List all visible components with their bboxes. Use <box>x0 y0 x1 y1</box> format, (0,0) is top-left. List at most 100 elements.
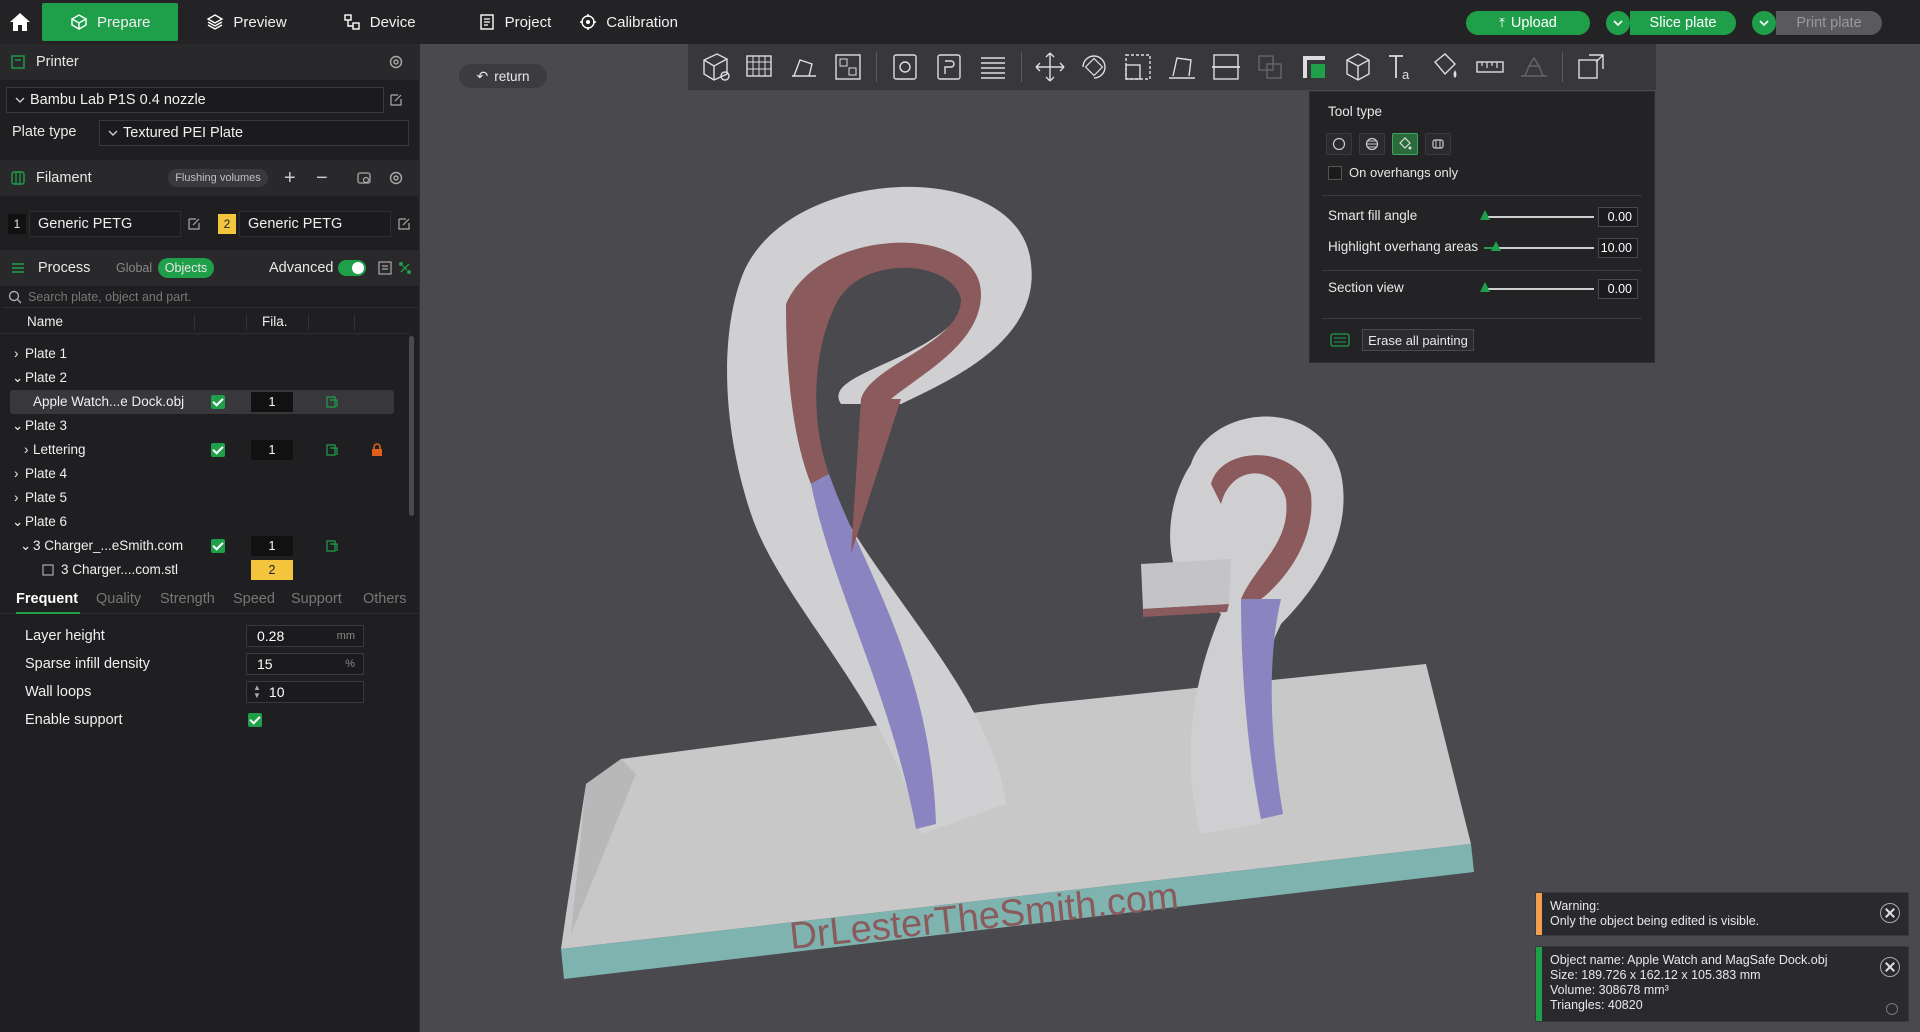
filament-index-cell[interactable]: 1 <box>251 440 293 460</box>
tab-support[interactable]: Support <box>291 591 342 607</box>
rotate-icon[interactable] <box>1072 47 1116 87</box>
filament-select-2[interactable]: Generic PETG <box>239 211 391 237</box>
close-icon[interactable] <box>1880 903 1900 923</box>
tree-row-apple-watch-dock[interactable]: Apple Watch...e Dock.obj 1 <box>10 390 394 414</box>
edit-icon[interactable] <box>396 216 412 232</box>
wall-loops-spinner[interactable]: ▲ ▼ 10 <box>246 681 364 703</box>
gear-icon[interactable] <box>388 54 404 70</box>
layers-editing-icon[interactable] <box>971 47 1015 87</box>
tree-row-plate-1[interactable]: › Plate 1 <box>0 342 400 366</box>
highlight-overhang-slider[interactable] <box>1484 241 1594 251</box>
fill-tool-button[interactable] <box>1392 133 1418 155</box>
text-tool-icon[interactable]: a <box>1380 47 1424 87</box>
plate-type-select[interactable]: Textured PEI Plate <box>99 120 409 146</box>
list-icon[interactable] <box>377 260 393 276</box>
slice-dropdown-button[interactable] <box>1606 11 1630 35</box>
tree-row-plate-5[interactable]: › Plate 5 <box>0 486 400 510</box>
filament-index-cell[interactable]: 2 <box>251 560 293 580</box>
tree-row-charger-object[interactable]: ⌄ 3 Charger_...eSmith.com 1 <box>0 534 400 558</box>
slider-thumb[interactable] <box>1480 282 1490 292</box>
section-view-slider[interactable] <box>1480 282 1594 292</box>
tab-project[interactable]: Project <box>450 3 580 41</box>
view-options-icon[interactable] <box>1569 47 1613 87</box>
auto-orient-icon[interactable] <box>782 47 826 87</box>
tab-preview[interactable]: Preview <box>178 3 314 41</box>
filament-index-cell[interactable]: 1 <box>251 536 293 556</box>
tree-row-plate-4[interactable]: › Plate 4 <box>0 462 400 486</box>
move-icon[interactable] <box>1028 47 1072 87</box>
add-plate-icon[interactable] <box>738 47 782 87</box>
add-filament-icon[interactable]: + <box>284 167 296 190</box>
expand-icon[interactable]: › <box>24 442 29 457</box>
mesh-boolean-icon[interactable] <box>1248 47 1292 87</box>
tab-device[interactable]: Device <box>315 3 444 41</box>
measure-icon[interactable] <box>1468 47 1512 87</box>
tree-row-plate-3[interactable]: ⌄ Plate 3 <box>0 414 400 438</box>
tree-row-lettering[interactable]: › Lettering 1 <box>0 438 400 462</box>
settings-badge-icon[interactable] <box>324 394 340 410</box>
3d-viewport[interactable]: DrLesterTheSmith.com <box>421 44 1920 1032</box>
printable-checkbox[interactable] <box>211 395 225 409</box>
tab-quality[interactable]: Quality <box>96 591 141 607</box>
settings-badge-icon[interactable] <box>324 442 340 458</box>
printable-checkbox[interactable] <box>211 443 225 457</box>
tab-prepare[interactable]: Prepare <box>42 3 179 41</box>
sparse-infill-input[interactable]: 15 % <box>246 653 364 675</box>
lay-on-face-icon[interactable] <box>1160 47 1204 87</box>
remove-filament-icon[interactable]: − <box>316 167 328 190</box>
settings-badge-icon[interactable] <box>324 538 340 554</box>
tree-row-charger-part[interactable]: 3 Charger....com.stl 2 <box>0 558 400 582</box>
printable-checkbox[interactable] <box>211 539 225 553</box>
model-render[interactable]: DrLesterTheSmith.com <box>421 44 1920 1032</box>
filament-select-1[interactable]: Generic PETG <box>29 211 181 237</box>
upload-button[interactable]: ⤒ Upload <box>1466 11 1590 35</box>
flushing-volumes-button[interactable]: Flushing volumes <box>168 169 268 187</box>
scale-icon[interactable] <box>1116 47 1160 87</box>
support-painting-icon[interactable] <box>1292 47 1336 87</box>
slice-plate-button[interactable]: Slice plate <box>1630 11 1736 35</box>
home-icon[interactable] <box>0 0 40 44</box>
tree-row-plate-6[interactable]: ⌄ Plate 6 <box>0 510 400 534</box>
tree-row-plate-2[interactable]: ⌄ Plate 2 <box>0 366 400 390</box>
collapse-icon[interactable] <box>1886 1003 1898 1015</box>
spinner-arrows-icon[interactable]: ▲ ▼ <box>253 684 261 700</box>
section-view-input[interactable]: 0.00 <box>1598 279 1638 299</box>
tab-speed[interactable]: Speed <box>233 591 275 607</box>
seam-painting-icon[interactable] <box>1336 47 1380 87</box>
return-button[interactable]: ↶ return <box>459 64 547 88</box>
expand-icon[interactable]: ⌄ <box>12 514 23 530</box>
circle-tool-button[interactable] <box>1326 133 1352 155</box>
overhangs-only-checkbox[interactable] <box>1328 166 1342 180</box>
printer-select[interactable]: Bambu Lab P1S 0.4 nozzle <box>6 87 384 113</box>
search-field[interactable]: Search plate, object and part. <box>3 286 418 308</box>
close-icon[interactable] <box>1880 957 1900 977</box>
cut-icon[interactable] <box>1204 47 1248 87</box>
smart-fill-slider[interactable] <box>1480 210 1594 220</box>
gap-fill-tool-button[interactable] <box>1425 133 1451 155</box>
objects-toggle[interactable]: Objects <box>158 258 214 278</box>
edit-icon[interactable] <box>388 92 404 108</box>
split-parts-icon[interactable] <box>927 47 971 87</box>
tab-calibration[interactable]: Calibration <box>579 3 706 41</box>
global-toggle[interactable]: Global <box>116 261 152 275</box>
print-dropdown-button[interactable] <box>1752 11 1776 35</box>
config-icon[interactable] <box>397 260 413 276</box>
add-object-icon[interactable] <box>694 47 738 87</box>
layer-height-input[interactable]: 0.28 mm <box>246 625 364 647</box>
slider-thumb[interactable] <box>1491 241 1501 251</box>
gear-icon[interactable] <box>388 170 404 186</box>
color-painting-icon[interactable] <box>1424 47 1468 87</box>
expand-icon[interactable]: ⌄ <box>12 418 23 434</box>
tab-strength[interactable]: Strength <box>160 591 215 607</box>
smart-fill-input[interactable]: 0.00 <box>1598 207 1638 227</box>
expand-icon[interactable]: › <box>14 346 19 361</box>
highlight-overhang-input[interactable]: 10.00 <box>1598 238 1638 258</box>
tab-others[interactable]: Others <box>363 591 407 607</box>
erase-all-painting-button[interactable]: Erase all painting <box>1362 329 1474 351</box>
advanced-toggle[interactable] <box>338 260 366 276</box>
assembly-icon[interactable] <box>1512 47 1556 87</box>
tree-scrollbar[interactable] <box>409 336 414 516</box>
filament-index-cell[interactable]: 1 <box>251 392 293 412</box>
keyboard-icon[interactable] <box>1330 333 1350 347</box>
tab-frequent[interactable]: Frequent <box>16 591 78 607</box>
